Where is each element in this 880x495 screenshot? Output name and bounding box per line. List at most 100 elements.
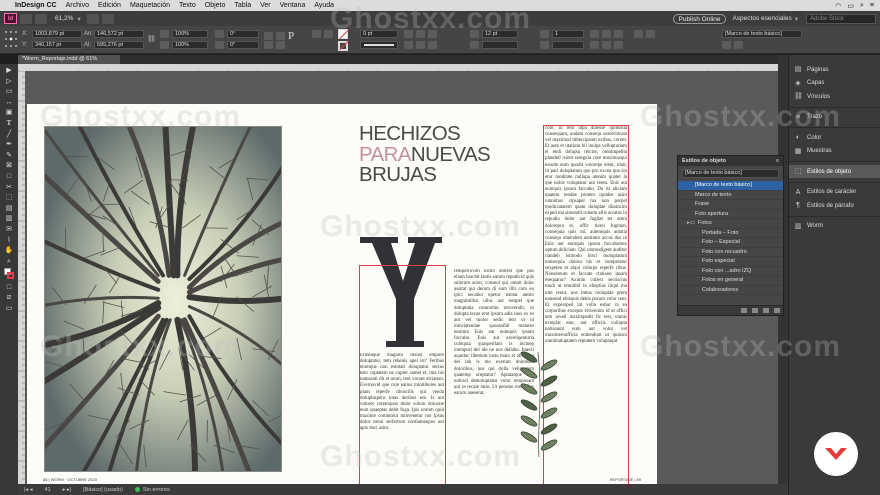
distribute-icon[interactable] bbox=[602, 41, 611, 49]
adobe-stock-search[interactable]: Adobe Stock bbox=[806, 13, 876, 24]
clear-attributes-icon[interactable] bbox=[752, 308, 758, 313]
page-style-field[interactable]: [Básico] (usado) bbox=[83, 487, 123, 493]
object-styles-panel-header[interactable]: Estilos de objeto ≡ bbox=[678, 156, 783, 166]
select-container-icon[interactable] bbox=[312, 30, 321, 38]
domestika-badge[interactable] bbox=[814, 432, 858, 476]
page-number-field[interactable]: 41 bbox=[44, 487, 50, 493]
dock-paragraph-styles[interactable]: ¶ Estilos de párrafo bbox=[789, 199, 880, 212]
menu-ayuda[interactable]: Ayuda bbox=[314, 2, 334, 9]
menu-edicion[interactable]: Edición bbox=[98, 2, 121, 9]
menu-tabla[interactable]: Tabla bbox=[234, 2, 251, 9]
scale-y-field[interactable]: 100% bbox=[172, 41, 208, 49]
menu-ver[interactable]: Ver bbox=[260, 2, 271, 9]
object-style-row[interactable]: Colaboradores bbox=[678, 286, 783, 295]
line-tool-icon[interactable]: ╱ bbox=[4, 131, 14, 138]
menu-ventana[interactable]: Ventana bbox=[280, 2, 306, 9]
plant-illustration[interactable] bbox=[509, 347, 567, 458]
object-style-row[interactable]: Foto especial bbox=[678, 257, 783, 267]
object-style-row[interactable]: Foto con recuadro bbox=[678, 248, 783, 257]
object-style-row[interactable]: [Marco de texto básico] bbox=[678, 181, 783, 191]
text-wrap-none-icon[interactable] bbox=[404, 30, 413, 38]
page-tool-icon[interactable]: ▭ bbox=[4, 88, 14, 95]
rotate-90-ccw-icon[interactable] bbox=[264, 41, 273, 49]
clear-overrides-icon[interactable] bbox=[722, 41, 731, 49]
bridge-button[interactable] bbox=[20, 13, 32, 24]
rotation-field[interactable]: 0° bbox=[227, 30, 259, 38]
effects-icon[interactable] bbox=[416, 41, 425, 49]
article-title[interactable]: HECHIZOS PARANUEVAS BRUJAS bbox=[359, 123, 491, 186]
screen-mode-button[interactable] bbox=[86, 13, 99, 24]
flip-horizontal-icon[interactable] bbox=[276, 32, 285, 40]
stroke-type-dropdown[interactable] bbox=[360, 41, 398, 49]
rectangle-tool-icon[interactable]: □ bbox=[4, 173, 14, 180]
left-page[interactable]: 88 | WORM · OCTUBRE 2020 bbox=[27, 104, 349, 484]
pencil-tool-icon[interactable]: ✎ bbox=[4, 152, 14, 159]
object-style-row[interactable]: Marco de texto bbox=[678, 191, 783, 200]
spotlight-icon[interactable]: ⌕ bbox=[860, 2, 864, 10]
align-left-icon[interactable] bbox=[590, 41, 599, 49]
width-field[interactable]: 146,572 pt bbox=[94, 30, 144, 38]
wifi-icon[interactable]: ◠ bbox=[835, 2, 841, 10]
pasteboard[interactable]: 88 | WORM · OCTUBRE 2020 HECHIZOS PARANU… bbox=[25, 71, 778, 484]
dock-swatches[interactable]: ▦ Muestras bbox=[789, 145, 880, 158]
first-page-icon[interactable]: |◂ ◂ bbox=[24, 487, 32, 493]
dock-links[interactable]: ⛓ Vínculos bbox=[789, 90, 880, 103]
scale-x-field[interactable]: 100% bbox=[172, 30, 208, 38]
screen-mode-icon[interactable]: ▭ bbox=[4, 305, 14, 312]
apply-none-icon[interactable]: ⧄ bbox=[4, 294, 14, 301]
gradient-tool-icon[interactable]: ▤ bbox=[4, 205, 14, 212]
object-style-folder[interactable]: ▸▭ Fotos bbox=[678, 219, 783, 229]
object-style-row[interactable]: Foto con ...adro IZQ bbox=[678, 267, 783, 276]
text-wrap-shape-icon[interactable] bbox=[428, 30, 437, 38]
hand-tool-icon[interactable]: ✋ bbox=[4, 247, 14, 254]
menu-list-icon[interactable]: ≡ bbox=[870, 2, 874, 9]
right-page[interactable]: HECHIZOS PARANUEVAS BRUJAS Eribeaque mag… bbox=[335, 104, 657, 484]
vertical-ruler[interactable] bbox=[18, 71, 25, 484]
content-collector-icon[interactable]: ▣ bbox=[4, 109, 14, 116]
free-transform-tool-icon[interactable]: ⬚ bbox=[4, 194, 14, 201]
workspace-chevron-icon[interactable]: ▾ bbox=[795, 15, 798, 23]
dock-layers[interactable]: ◈ Capas bbox=[789, 77, 880, 90]
forest-photo[interactable] bbox=[44, 126, 282, 472]
gradient-feather-tool-icon[interactable]: ▥ bbox=[4, 215, 14, 222]
select-content-icon[interactable] bbox=[324, 30, 333, 38]
y-position-field[interactable]: 340,157 pt bbox=[32, 41, 82, 49]
menu-app-name[interactable]: InDesign CC bbox=[15, 2, 57, 9]
dock-character-styles[interactable]: A Estilos de carácter bbox=[789, 186, 880, 199]
object-style-row[interactable]: Frase bbox=[678, 200, 783, 210]
rotate-90-cw-icon[interactable] bbox=[264, 32, 273, 40]
align-center-icon[interactable] bbox=[602, 30, 611, 38]
gap-tool-icon[interactable]: ↔ bbox=[4, 99, 14, 106]
battery-icon[interactable]: ▭ bbox=[847, 2, 854, 10]
arrange-documents-button[interactable] bbox=[101, 13, 114, 24]
object-style-dropdown[interactable]: [Marco de texto básico] bbox=[722, 30, 802, 38]
grid-icon[interactable] bbox=[634, 30, 643, 38]
view-options-button[interactable] bbox=[35, 13, 47, 24]
object-style-row[interactable]: Foto apertura bbox=[678, 210, 783, 219]
menu-archivo[interactable]: Archivo bbox=[66, 2, 89, 9]
zoom-tool-icon[interactable]: ⌕ bbox=[4, 258, 14, 265]
dock-stroke[interactable]: ≡ Trazo bbox=[789, 111, 880, 124]
fill-stroke-icon[interactable] bbox=[4, 268, 14, 280]
horizontal-ruler[interactable] bbox=[18, 64, 778, 71]
fx-icon[interactable] bbox=[428, 41, 437, 49]
gutter-field[interactable] bbox=[552, 41, 584, 49]
stroke-swatch-none-icon[interactable] bbox=[338, 40, 349, 51]
opacity-field[interactable] bbox=[482, 41, 518, 49]
selection-tool-icon[interactable]: ▶ bbox=[4, 67, 14, 74]
stroke-weight-field[interactable]: 0 pt bbox=[360, 30, 398, 38]
dock-object-styles[interactable]: ⬚ Estilos de objeto bbox=[789, 165, 880, 178]
delete-style-icon[interactable] bbox=[774, 308, 780, 313]
flip-vertical-icon[interactable] bbox=[276, 41, 285, 49]
text-direction-p-icon[interactable]: P bbox=[288, 30, 294, 42]
next-page-icon[interactable]: ▸ ▸| bbox=[63, 487, 71, 493]
menu-objeto[interactable]: Objeto bbox=[205, 2, 226, 9]
object-style-row[interactable]: Portada – Foto bbox=[678, 229, 783, 238]
menu-texto[interactable]: Texto bbox=[179, 2, 196, 9]
drop-shadow-icon[interactable] bbox=[404, 41, 413, 49]
x-position-field[interactable]: 1003,879 pt bbox=[32, 30, 82, 38]
dock-pages[interactable]: ▤ Páginas bbox=[789, 63, 880, 76]
object-style-row[interactable]: Foto – Especial bbox=[678, 238, 783, 248]
align-right-icon[interactable] bbox=[614, 41, 623, 49]
eyedropper-tool-icon[interactable]: ⌇ bbox=[4, 237, 14, 244]
